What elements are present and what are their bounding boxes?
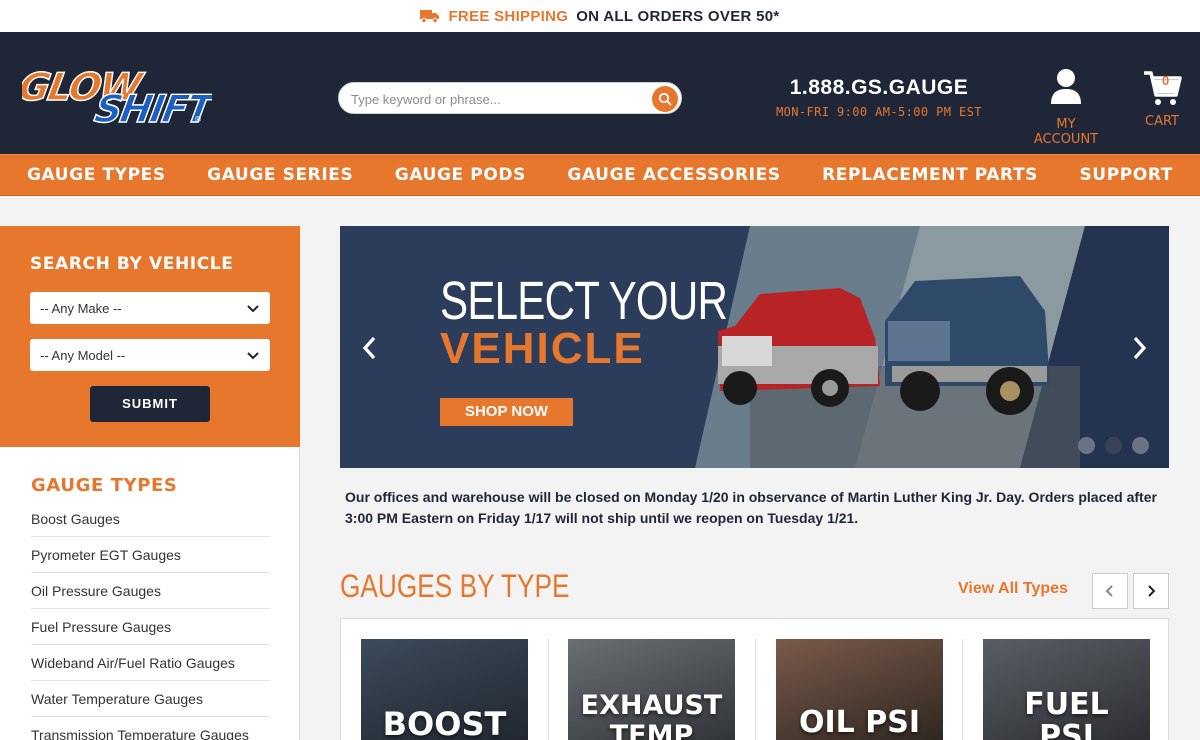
gauge-type-carousel: BOOST EXHAUST TEMP OIL PSI FUEL PSI	[340, 618, 1169, 740]
user-icon	[1051, 69, 1081, 104]
carousel-dot[interactable]	[1078, 437, 1095, 454]
model-select-value: -- Any Model --	[40, 348, 126, 363]
hero-subheading: VEHICLE	[440, 324, 645, 373]
sidebar-item-boost[interactable]: Boost Gauges	[31, 501, 270, 537]
my-account-label: MY ACCOUNT	[1033, 117, 1099, 147]
sidebar-item-pyrometer[interactable]: Pyrometer EGT Gauges	[31, 537, 270, 573]
submit-button[interactable]: SUBMIT	[90, 386, 210, 422]
view-all-types-link[interactable]: View All Types	[958, 580, 1068, 598]
hero-heading: SELECT YOUR	[440, 271, 728, 331]
shop-now-button[interactable]: SHOP NOW	[440, 398, 573, 426]
nav-gauge-accessories[interactable]: GAUGE ACCESSORIES	[567, 165, 780, 185]
search-input[interactable]	[351, 89, 641, 109]
card-divider	[962, 639, 963, 740]
site-header: GLOW SHIFT ® 1.888.GS.GAUGE MON-FRI 9:00…	[0, 32, 1200, 154]
svg-text:®: ®	[194, 115, 202, 124]
chevron-down-icon	[247, 352, 259, 360]
card-divider	[548, 639, 549, 740]
section-title: GAUGES BY TYPE	[340, 568, 570, 604]
gauge-types-sidebar: GAUGE TYPES Boost Gauges Pyrometer EGT G…	[0, 447, 300, 740]
card-oil-psi[interactable]: OIL PSI	[776, 639, 943, 740]
card-divider	[755, 639, 756, 740]
carousel-dot-active[interactable]	[1105, 437, 1122, 454]
next-button[interactable]	[1133, 573, 1169, 609]
sidebar-item-trans-temp[interactable]: Transmission Temperature Gauges	[31, 717, 270, 740]
cart-link[interactable]: 0 CART	[1132, 68, 1192, 129]
search-icon	[658, 92, 672, 106]
card-label: FUEL PSI	[1024, 687, 1109, 740]
nav-replacement-parts[interactable]: REPLACEMENT PARTS	[822, 165, 1038, 185]
vehicle-search-title: SEARCH BY VEHICLE	[30, 254, 234, 274]
make-select[interactable]: -- Any Make --	[30, 292, 270, 324]
card-boost[interactable]: BOOST	[361, 639, 528, 740]
chevron-left-icon	[1105, 585, 1113, 597]
prev-button[interactable]	[1092, 573, 1128, 609]
hero-banner[interactable]: SELECT YOUR VEHICLE SHOP NOW	[340, 226, 1169, 468]
carousel-dots	[1078, 437, 1149, 454]
make-select-value: -- Any Make --	[40, 301, 122, 316]
sidebar-item-fuel-pressure[interactable]: Fuel Pressure Gauges	[31, 609, 270, 645]
card-label: OIL PSI	[799, 705, 920, 740]
card-fuel-psi[interactable]: FUEL PSI	[983, 639, 1150, 740]
chevron-right-icon[interactable]	[1127, 334, 1151, 362]
main-nav: GAUGE TYPES GAUGE SERIES GAUGE PODS GAUG…	[0, 154, 1200, 196]
sidebar-title: GAUGE TYPES	[31, 475, 178, 496]
phone-number[interactable]: 1.888.GS.GAUGE	[770, 76, 988, 100]
cart-label: CART	[1145, 114, 1179, 129]
cart-count: 0	[1162, 73, 1170, 88]
sidebar-item-wideband[interactable]: Wideband Air/Fuel Ratio Gauges	[31, 645, 270, 681]
contact-phone: 1.888.GS.GAUGE MON-FRI 9:00 AM-5:00 PM E…	[770, 76, 988, 119]
chevron-right-icon	[1148, 585, 1156, 597]
nav-support[interactable]: SUPPORT	[1079, 165, 1173, 185]
model-select[interactable]: -- Any Model --	[30, 339, 270, 371]
card-exhaust-temp[interactable]: EXHAUST TEMP	[568, 639, 735, 740]
chevron-left-icon[interactable]	[358, 334, 382, 362]
search-button[interactable]	[652, 86, 678, 112]
truck-icon	[420, 10, 440, 23]
chevron-down-icon	[247, 305, 259, 313]
promo-highlight: FREE SHIPPING	[448, 7, 569, 25]
sidebar-item-oil-pressure[interactable]: Oil Pressure Gauges	[31, 573, 270, 609]
business-hours: MON-FRI 9:00 AM-5:00 PM EST	[776, 105, 982, 119]
card-label: BOOST	[382, 705, 507, 740]
promo-bar: FREE SHIPPING ON ALL ORDERS OVER 50*	[0, 0, 1200, 32]
carousel-dot[interactable]	[1132, 437, 1149, 454]
vehicle-search-panel: SEARCH BY VEHICLE -- Any Make -- -- Any …	[0, 226, 300, 447]
nav-gauge-types[interactable]: GAUGE TYPES	[27, 165, 166, 185]
nav-gauge-pods[interactable]: GAUGE PODS	[395, 165, 526, 185]
card-label: EXHAUST TEMP	[580, 690, 723, 740]
nav-gauge-series[interactable]: GAUGE SERIES	[207, 165, 353, 185]
sidebar-item-water-temp[interactable]: Water Temperature Gauges	[31, 681, 270, 717]
promo-text: ON ALL ORDERS OVER 50*	[576, 7, 780, 25]
search-bar	[338, 82, 682, 114]
my-account-link[interactable]: MY ACCOUNT	[1028, 68, 1104, 147]
closure-notice: Our offices and warehouse will be closed…	[345, 489, 1157, 526]
glowshift-logo[interactable]: GLOW SHIFT ®	[22, 60, 212, 126]
